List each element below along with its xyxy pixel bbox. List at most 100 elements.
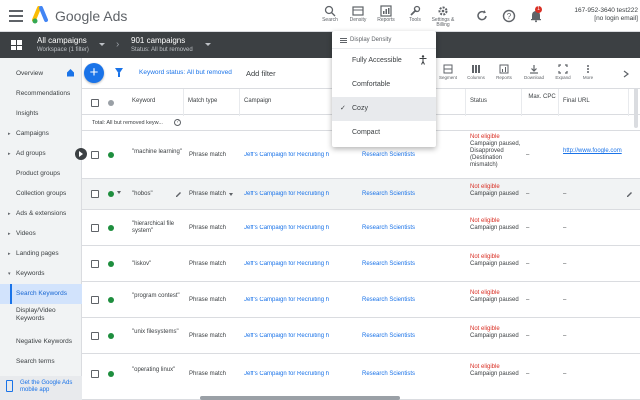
ad-group-link[interactable]: Research Scientists: [362, 225, 415, 231]
row-checkbox[interactable]: [91, 190, 99, 198]
columns-button[interactable]: Columns: [463, 64, 489, 81]
column-header-final-url[interactable]: Final URL: [559, 89, 629, 116]
table-row[interactable]: "hobos" Phrase match Jeff's Campaign for…: [82, 179, 640, 210]
chevron-down-icon[interactable]: [205, 43, 211, 46]
row-checkbox[interactable]: [91, 151, 99, 159]
reports-tool[interactable]: Reports: [373, 5, 399, 23]
segment-button[interactable]: Segment: [435, 64, 461, 81]
density-option-compact[interactable]: Compact: [332, 121, 436, 145]
status-dropdown-icon[interactable]: [117, 191, 121, 194]
sidebar-item-collection-groups[interactable]: Collection groups: [0, 184, 82, 204]
ad-group-link[interactable]: Research Scientists: [362, 261, 415, 267]
sidebar-item-keywords[interactable]: ▾ Keywords: [0, 264, 82, 284]
hamburger-menu-icon[interactable]: [8, 8, 24, 24]
status-error[interactable]: Not eligible: [470, 254, 522, 261]
sidebar-item-negative-keywords[interactable]: Negative Keywords: [0, 332, 82, 352]
campaign-link[interactable]: Jeff's Campaign for Recruiting h: [244, 152, 358, 158]
mobile-app-link[interactable]: Get the Google Ads mobile app: [20, 380, 78, 394]
sidebar-item-landing-pages[interactable]: ▸ Landing pages: [0, 244, 82, 264]
table-row[interactable]: "program contest" Phrase match Jeff's Ca…: [82, 282, 640, 318]
add-filter-button[interactable]: Add filter: [246, 69, 276, 78]
column-header-max-cpc[interactable]: Max. CPC: [522, 89, 559, 116]
reports-button[interactable]: Reports: [491, 64, 517, 81]
mobile-app-promo[interactable]: Get the Google Ads mobile app: [0, 376, 82, 400]
sidebar-item-ads-extensions[interactable]: ▸ Ads & extensions: [0, 204, 82, 224]
horizontal-scrollbar[interactable]: [200, 396, 400, 400]
row-checkbox[interactable]: [91, 224, 99, 232]
sidebar-item-recommendations[interactable]: Recommendations: [0, 84, 82, 104]
edit-pencil-icon[interactable]: [626, 191, 633, 198]
column-header-keyword[interactable]: Keyword: [128, 89, 184, 116]
keyword-text[interactable]: "machine learning": [132, 149, 182, 156]
tools-tool[interactable]: Tools: [402, 5, 428, 23]
match-type[interactable]: Phrase match: [189, 191, 226, 197]
sidebar-item-search-terms[interactable]: Search terms: [0, 352, 82, 372]
keyword-text[interactable]: "operating linux": [132, 367, 182, 374]
help-icon[interactable]: ?: [502, 9, 516, 23]
status-error[interactable]: Not eligible: [470, 218, 522, 225]
sidebar-toggle-icon[interactable]: [75, 148, 87, 160]
table-row[interactable]: "hierarchical file system" Phrase match …: [82, 210, 640, 246]
workspace-grid-icon[interactable]: [11, 40, 22, 50]
refresh-icon[interactable]: [475, 9, 489, 23]
ad-group-link[interactable]: Research Scientists: [362, 297, 415, 303]
sidebar-item-product-groups[interactable]: Product groups: [0, 164, 82, 184]
campaign-link[interactable]: Jeff's Campaign for Recruiting h: [244, 371, 358, 377]
status-error[interactable]: Not eligible: [470, 134, 522, 141]
status-error[interactable]: Not eligible: [470, 290, 522, 297]
campaign-link[interactable]: Jeff's Campaign for Recruiting h: [244, 191, 358, 197]
ad-group-link[interactable]: Research Scientists: [362, 371, 415, 377]
campaign-link[interactable]: Jeff's Campaign for Recruiting h: [244, 333, 358, 339]
keyword-text[interactable]: "unix filesystems": [132, 329, 182, 336]
keyword-text[interactable]: "program contest": [132, 293, 182, 300]
status-error[interactable]: Not eligible: [470, 326, 522, 333]
more-button[interactable]: More: [575, 64, 601, 81]
status-error[interactable]: Not eligible: [470, 184, 522, 191]
density-option-comfortable[interactable]: Comfortable: [332, 73, 436, 97]
sidebar-item-display-video-keywords[interactable]: Display/Video Keywords: [0, 304, 82, 328]
row-checkbox[interactable]: [91, 296, 99, 304]
account-info[interactable]: 167-952-3640 test222 [no login email]: [560, 7, 638, 23]
sidebar-item-search-keywords[interactable]: Search Keywords: [0, 284, 82, 304]
table-row[interactable]: "unix filesystems" Phrase match Jeff's C…: [82, 318, 640, 354]
settings-billing-tool[interactable]: Settings & Billing: [430, 5, 456, 28]
final-url-link[interactable]: http://www.foogle.com: [563, 148, 625, 155]
edit-pencil-icon[interactable]: [175, 191, 182, 198]
keyword-text[interactable]: "liskov": [132, 261, 182, 268]
status-error[interactable]: Not eligible: [470, 364, 522, 371]
search-tool[interactable]: Search: [317, 5, 343, 23]
table-row[interactable]: "liskov" Phrase match Jeff's Campaign fo…: [82, 246, 640, 282]
density-tool[interactable]: Density: [345, 5, 371, 23]
filter-chip[interactable]: Keyword status: All but removed: [139, 69, 232, 76]
chevron-right-icon[interactable]: [622, 70, 630, 78]
workspace-selector[interactable]: All campaigns Workspace (1 filter): [37, 36, 89, 54]
ad-group-link[interactable]: Research Scientists: [362, 333, 415, 339]
sidebar-item-insights[interactable]: Insights: [0, 104, 82, 124]
campaign-link[interactable]: Jeff's Campaign for Recruiting h: [244, 225, 358, 231]
select-all-checkbox[interactable]: [91, 99, 99, 107]
download-button[interactable]: Download: [521, 64, 547, 81]
campaign-link[interactable]: Jeff's Campaign for Recruiting h: [244, 261, 358, 267]
density-option-fully-accessible[interactable]: Fully Accessible: [332, 49, 436, 73]
keyword-text[interactable]: "hierarchical file system": [132, 221, 182, 235]
vertical-scrollbar[interactable]: [634, 88, 638, 128]
row-checkbox[interactable]: [91, 370, 99, 378]
sidebar-item-campaigns[interactable]: ▸ Campaigns: [0, 124, 82, 144]
chevron-down-icon[interactable]: [229, 193, 233, 196]
table-row[interactable]: "operating linux" Phrase match Jeff's Ca…: [82, 354, 640, 400]
row-checkbox[interactable]: [91, 332, 99, 340]
ad-group-link[interactable]: Research Scientists: [362, 152, 415, 158]
ad-group-link[interactable]: Research Scientists: [362, 191, 415, 197]
add-keyword-button[interactable]: +: [84, 63, 104, 83]
density-option-cozy[interactable]: ✓ Cozy: [332, 97, 436, 121]
sidebar-item-ad-groups[interactable]: ▸ Ad groups: [0, 144, 82, 164]
column-header-status[interactable]: Status: [466, 89, 522, 116]
campaign-selector[interactable]: 901 campaigns Status: All but removed: [131, 36, 193, 54]
sidebar-item-overview[interactable]: Overview: [0, 64, 82, 84]
expand-button[interactable]: Expand: [550, 64, 576, 81]
row-checkbox[interactable]: [91, 260, 99, 268]
column-header-match-type[interactable]: Match type: [184, 89, 240, 116]
sidebar-item-videos[interactable]: ▸ Videos: [0, 224, 82, 244]
chevron-down-icon[interactable]: [99, 43, 105, 46]
help-icon[interactable]: ?: [174, 119, 181, 126]
